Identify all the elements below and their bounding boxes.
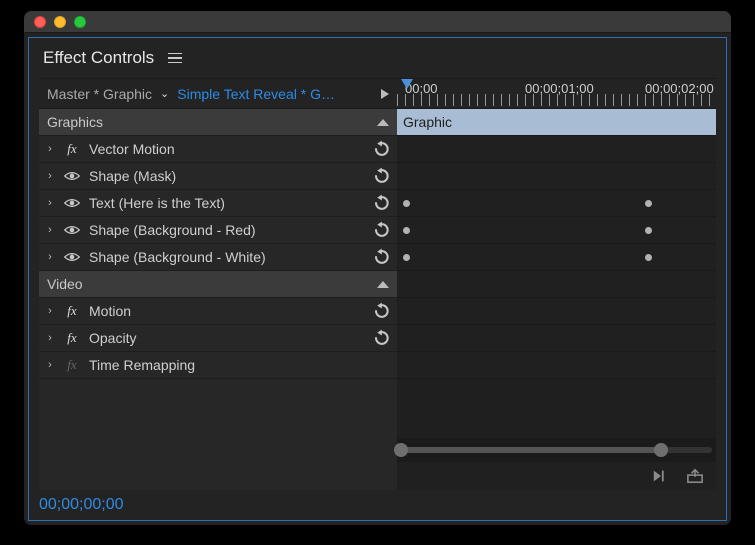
keyframe-icon[interactable] [403,200,410,207]
clip-track[interactable]: Graphic [397,109,716,136]
keyframe-lane[interactable] [397,298,716,325]
content-area: Master * Graphic ⌄ Simple Text Reveal * … [39,78,716,490]
empty-space [397,379,716,438]
timeline-footer [397,462,716,490]
reset-icon[interactable] [371,302,391,320]
panel-menu-icon[interactable] [168,53,182,64]
effect-label: Shape (Background - White) [89,249,266,265]
keyframe-icon[interactable] [645,227,652,234]
visibility-eye-icon[interactable] [63,170,81,182]
zoom-scrollbar[interactable] [397,438,716,462]
timecode-display[interactable]: 00;00;00;00 [29,490,726,520]
effect-label: Vector Motion [89,141,175,157]
keyframe-lane[interactable] [397,136,716,163]
reset-icon[interactable] [371,329,391,347]
twirl-icon[interactable]: › [45,359,55,371]
breadcrumb: Master * Graphic ⌄ Simple Text Reveal * … [39,79,397,109]
keyframe-lane[interactable] [397,352,716,379]
reset-icon[interactable] [371,167,391,185]
group-label: Graphics [47,114,103,130]
effect-row[interactable]: › Shape (Background - White) [39,244,397,271]
group-graphics[interactable]: Graphics [39,109,397,136]
keyframe-lane[interactable] [397,190,716,217]
effect-label: Shape (Mask) [89,168,176,184]
macos-titlebar [24,11,731,33]
group-label: Video [47,276,83,292]
keyframe-lane[interactable] [397,217,716,244]
scrollbar-handle-right[interactable] [654,443,668,457]
timeline-area: 00;00 00;00;01;00 00;00;02;00 Graphic [397,79,716,490]
reset-icon[interactable] [371,140,391,158]
scrollbar-thumb[interactable] [401,447,661,453]
breadcrumb-master[interactable]: Master * Graphic [47,86,152,102]
effect-row[interactable]: › fx Motion [39,298,397,325]
keyframe-lane[interactable] [397,271,716,298]
export-icon[interactable] [686,468,704,484]
panel-frame: Effect Controls Master * Graphic ⌄ Simpl… [28,37,727,521]
keyframe-lane[interactable] [397,163,716,190]
effect-row[interactable]: › Text (Here is the Text) [39,190,397,217]
app-window: Effect Controls Master * Graphic ⌄ Simpl… [23,10,732,526]
keyframe-lane[interactable] [397,244,716,271]
ruler-ticks [397,94,716,106]
fx-badge-icon[interactable]: fx [63,141,81,157]
clip-track-label: Graphic [403,114,452,130]
keyframe-icon[interactable] [645,254,652,261]
effect-label: Opacity [89,330,136,346]
effect-row[interactable]: › Shape (Mask) [39,163,397,190]
twirl-icon[interactable]: › [45,224,55,236]
minimize-icon[interactable] [54,16,66,28]
effect-label: Shape (Background - Red) [89,222,256,238]
scrollbar-track[interactable] [401,447,712,453]
twirl-icon[interactable]: › [45,332,55,344]
twirl-icon[interactable]: › [45,170,55,182]
keyframe-lane[interactable] [397,325,716,352]
current-timecode: 00;00;00;00 [39,496,124,514]
twirl-icon[interactable]: › [45,143,55,155]
effect-row[interactable]: › fx Vector Motion [39,136,397,163]
playhead-icon[interactable] [401,79,413,89]
effect-label: Text (Here is the Text) [89,195,225,211]
effect-row[interactable]: › fx Time Remapping [39,352,397,379]
effect-label: Motion [89,303,131,319]
reset-icon[interactable] [371,248,391,266]
fx-badge-icon[interactable]: fx [63,330,81,346]
reset-icon[interactable] [371,194,391,212]
twirl-icon[interactable]: › [45,305,55,317]
visibility-eye-icon[interactable] [63,251,81,263]
fx-badge-icon[interactable]: fx [63,303,81,319]
step-forward-icon[interactable] [652,468,670,484]
effects-list: Master * Graphic ⌄ Simple Text Reveal * … [39,79,397,490]
breadcrumb-clip[interactable]: Simple Text Reveal * G… [177,86,335,102]
visibility-eye-icon[interactable] [63,197,81,209]
play-preview-icon[interactable] [381,89,389,99]
scrollbar-handle-left[interactable] [394,443,408,457]
group-video[interactable]: Video [39,271,397,298]
panel-header: Effect Controls [29,38,726,78]
keyframe-icon[interactable] [403,227,410,234]
effect-row[interactable]: › Shape (Background - Red) [39,217,397,244]
effect-label: Time Remapping [89,357,195,373]
effect-row[interactable]: › fx Opacity [39,325,397,352]
keyframe-icon[interactable] [403,254,410,261]
collapse-caret-icon[interactable] [377,119,389,126]
panel-title: Effect Controls [43,48,154,68]
close-icon[interactable] [34,16,46,28]
fx-badge-icon[interactable]: fx [63,357,81,373]
maximize-icon[interactable] [74,16,86,28]
time-ruler[interactable]: 00;00 00;00;01;00 00;00;02;00 [397,79,716,109]
chevron-down-icon[interactable]: ⌄ [160,87,169,100]
collapse-caret-icon[interactable] [377,281,389,288]
twirl-icon[interactable]: › [45,197,55,209]
reset-icon[interactable] [371,221,391,239]
twirl-icon[interactable]: › [45,251,55,263]
visibility-eye-icon[interactable] [63,224,81,236]
empty-space [39,379,397,490]
keyframe-icon[interactable] [645,200,652,207]
